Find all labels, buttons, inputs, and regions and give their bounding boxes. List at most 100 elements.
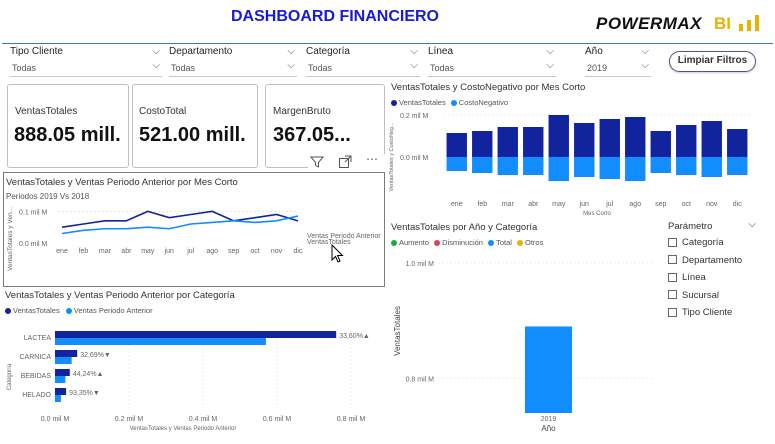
slicer-dropdown[interactable]: Todas ⌵ — [10, 60, 162, 77]
slicer-tipo-cliente[interactable]: Tipo Cliente ⌵ Todas ⌵ — [10, 46, 162, 77]
chart-title: VentasTotales y Ventas Periodo Anterior … — [5, 290, 235, 301]
bi-logo: BI — [714, 14, 766, 34]
slicer-ano[interactable]: Año ⌵ 2019 ⌵ — [585, 46, 651, 77]
y-tick-label: 0.2 mil M — [400, 113, 429, 120]
chevron-down-icon[interactable]: ⌵ — [748, 219, 756, 230]
x-axis-label: VentasTotales y Ventas Periodo Anterior — [130, 426, 237, 432]
bar-costo — [548, 157, 569, 181]
clear-filters-button[interactable]: Limpiar Filtros — [669, 51, 756, 72]
parametro-slicer[interactable]: Parámetro ⌵ Categoría Departamento Línea… — [668, 219, 768, 331]
parametro-option[interactable]: Categoría — [668, 237, 768, 255]
chevron-down-icon[interactable]: ⌵ — [152, 60, 160, 71]
slicer-label: Tipo Cliente — [10, 46, 63, 57]
y-tick-label: CARNICA — [19, 354, 51, 361]
legend-label: CostoNegativo — [458, 98, 508, 107]
line-chart-panel[interactable]: VentasTotales y Ventas Periodo Anterior … — [3, 172, 385, 287]
legend-label: VentasTotales — [399, 98, 446, 107]
slicer-departamento[interactable]: Departamento ⌵ Todas ⌵ — [169, 46, 297, 77]
chevron-down-icon[interactable]: ⌵ — [287, 46, 295, 57]
slicer-dropdown[interactable]: 2019 ⌵ — [585, 60, 651, 77]
y-axis-label: VentasTotales y CostoNeg... — [389, 122, 395, 192]
x-tick-label: jun — [579, 201, 589, 208]
slicer-linea[interactable]: Línea ⌵ Todas ⌵ — [428, 46, 556, 77]
filter-icon[interactable] — [310, 155, 324, 169]
bar-ventas — [599, 119, 620, 157]
option-label: Línea — [682, 272, 706, 283]
line-chart-plot: 0.1 mil M 0.0 mil M VentasTotales y Ven...… — [7, 207, 381, 271]
checkbox[interactable] — [668, 307, 677, 317]
kpi-card-costo[interactable]: CostoTotal 521.00 mill. — [132, 84, 258, 168]
parametro-option[interactable]: Línea — [668, 272, 768, 290]
x-tick-label: sep — [228, 248, 239, 255]
x-tick-label: 0.4 mil M — [189, 416, 218, 423]
checkbox[interactable] — [668, 290, 677, 300]
slicer-label: Categoría — [306, 46, 350, 57]
chevron-down-icon[interactable]: ⌵ — [152, 46, 160, 57]
parametro-option[interactable]: Tipo Cliente — [668, 307, 768, 325]
legend-dot — [450, 100, 457, 107]
bar-ventas — [625, 117, 646, 157]
brand-logo: POWERMAX — [596, 14, 702, 33]
data-label: 33,60%▲ — [339, 333, 370, 340]
chevron-down-icon[interactable]: ⌵ — [410, 60, 418, 71]
parametro-option[interactable]: Departamento — [668, 255, 768, 273]
x-tick-label: 0.2 mil M — [115, 416, 144, 423]
bar-costo — [701, 157, 722, 177]
bar-chart-panel[interactable]: VentasTotales y CostoNegativo por Mes Co… — [388, 79, 773, 219]
chart-legend: VentasTotales CostoNegativo — [391, 98, 508, 107]
checkbox[interactable] — [668, 255, 677, 265]
chevron-down-icon[interactable]: ⌵ — [641, 46, 649, 57]
x-tick-label: jul — [605, 201, 613, 208]
chevron-down-icon[interactable]: ⌵ — [287, 60, 295, 71]
slicer-dropdown[interactable]: Todas ⌵ — [306, 60, 420, 77]
option-label: Tipo Cliente — [682, 307, 733, 318]
chevron-down-icon[interactable]: ⌵ — [410, 46, 418, 57]
legend-dot — [517, 240, 524, 247]
slicer-dropdown[interactable]: Todas ⌵ — [169, 60, 297, 77]
bi-logo-text: BI — [714, 14, 731, 33]
focus-mode-icon[interactable] — [338, 155, 352, 169]
slicer-label: Línea — [428, 46, 454, 57]
bar-ventas — [472, 131, 493, 157]
kpi-card-ventas[interactable]: VentasTotales 888.05 mill. — [7, 84, 129, 168]
kpi-value: 888.05 mill. — [14, 124, 121, 146]
chart-title: VentasTotales y CostoNegativo por Mes Co… — [391, 82, 586, 93]
slicer-categoria[interactable]: Categoría ⌵ Todas ⌵ — [306, 46, 420, 77]
checkbox[interactable] — [668, 237, 677, 247]
bar-costo — [446, 157, 467, 171]
x-tick-label: mar — [99, 248, 112, 255]
bar-ventas — [548, 115, 569, 157]
waterfall-chart-panel[interactable]: VentasTotales por Año y Categoría Aument… — [388, 219, 660, 442]
parametro-option[interactable]: Sucursal — [668, 290, 768, 308]
x-tick-label: 0.8 mil M — [337, 416, 366, 423]
x-tick-label: 0.0 mil M — [41, 416, 70, 423]
legend-label: VentasTotales — [13, 306, 60, 315]
bar-ventas — [650, 131, 671, 157]
bar-anterior — [55, 376, 66, 383]
y-tick-label: HELADO — [22, 392, 51, 399]
x-tick-label: feb — [79, 248, 89, 255]
slicer-dropdown[interactable]: Todas ⌵ — [428, 60, 556, 77]
waterfall-chart-plot: 1.0 mil M 0.8 mil M VentasTotales 2019Año — [393, 261, 653, 433]
bar-ventas — [701, 121, 722, 157]
x-tick-label: ago — [206, 248, 218, 255]
page-title: DASHBOARD FINANCIERO — [231, 8, 439, 25]
bar-costo — [625, 157, 646, 181]
hbar-chart-panel[interactable]: VentasTotales y Ventas Periodo Anterior … — [3, 287, 385, 442]
legend-dot — [391, 240, 397, 247]
legend-label: Disminución — [442, 238, 483, 247]
bar-ventas — [574, 123, 595, 157]
chevron-down-icon[interactable]: ⌵ — [546, 46, 554, 57]
bar-costo — [574, 157, 595, 177]
legend-label: Total — [496, 238, 512, 247]
chevron-down-icon[interactable]: ⌵ — [641, 60, 649, 71]
bar-ventas — [497, 127, 518, 157]
slicer-value: Todas — [430, 63, 455, 73]
cursor-icon — [331, 244, 344, 263]
kpi-value: 521.00 mill. — [139, 124, 246, 146]
x-tick-label: ago — [629, 201, 641, 208]
x-tick-label: nov — [706, 201, 718, 208]
chevron-down-icon[interactable]: ⌵ — [546, 60, 554, 71]
more-options-icon[interactable]: ⋯ — [366, 152, 378, 166]
checkbox[interactable] — [668, 272, 677, 282]
